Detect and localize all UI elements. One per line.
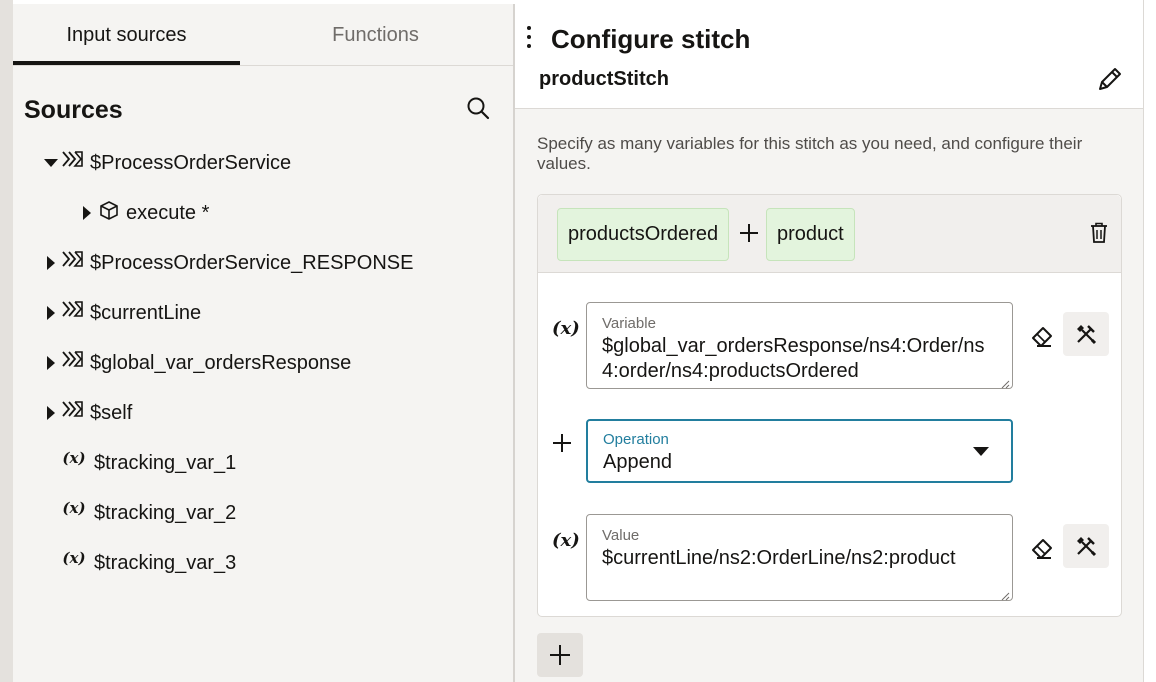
data-source-icon [60,298,86,328]
tree-item-tracking-var-1[interactable]: (x) $tracking_var_1 [59,448,236,478]
tree-item-label: $currentLine [90,301,202,324]
operation-select[interactable]: Operation Append [586,419,1013,483]
chevron-down-icon[interactable] [973,447,989,456]
variable-field-value[interactable]: $global_var_ordersResponse/ns4:Order/ns4… [602,334,997,384]
plus-icon [738,222,760,244]
caret-right-icon[interactable] [42,348,60,378]
plus-icon [552,433,572,453]
value-field-label: Value [602,527,640,544]
tree-item-label: $ProcessOrderService_RESPONSE [90,251,414,274]
tree-item-label: $tracking_var_2 [94,501,237,524]
add-variable-button[interactable] [537,633,583,677]
tree-item-label: $tracking_var_3 [94,551,237,574]
chip-product[interactable]: product [766,208,855,261]
tree-item-currentline[interactable]: $currentLine [42,298,201,328]
variable-icon: (x) [552,318,580,339]
resize-handle-icon[interactable] [1000,376,1010,389]
operation-select-label: Operation [603,431,669,448]
chip-products-ordered[interactable]: productsOrdered [557,208,730,261]
variable-icon: (x) [62,549,86,567]
caret-right-icon[interactable] [78,198,96,228]
input-sources-panel: Input sources Functions Sources $Process… [13,4,513,682]
tree-item-label: $tracking_var_1 [94,451,237,474]
tab-functions[interactable]: Functions [263,4,488,66]
resize-handle-icon[interactable] [1000,588,1010,601]
caret-right-icon[interactable] [42,248,60,278]
configure-stitch-panel: Configure stitch productStitch Specify a… [515,4,1143,682]
mapping-tools-icon[interactable] [1063,312,1109,356]
stitch-name: productStitch [539,68,669,90]
data-source-icon [60,348,86,378]
stitch-card: productsOrdered product (x) Variable $gl… [537,194,1122,617]
tree-item-processorderservice[interactable]: $ProcessOrderService [42,148,291,178]
cube-icon [96,198,122,228]
tab-input-sources[interactable]: Input sources [13,4,240,66]
tree-item-label: $global_var_ordersResponse [90,351,352,374]
data-source-icon [60,398,86,428]
tab-bar: Input sources Functions [13,4,513,66]
left-gutter [0,0,13,682]
tree-item-label: execute * [126,201,210,224]
data-source-icon [60,148,86,178]
plus-icon [550,645,570,665]
variable-field-label: Variable [602,315,656,332]
value-field[interactable]: Value $currentLine/ns2:OrderLine/ns2:pro… [586,514,1013,601]
variable-icon: (x) [552,530,580,551]
search-icon[interactable] [465,95,491,121]
pencil-icon[interactable] [1095,64,1125,94]
variable-icon: (x) [62,499,86,517]
data-source-icon [60,248,86,278]
caret-right-icon[interactable] [42,298,60,328]
kebab-menu-icon[interactable] [525,26,533,54]
variable-icon: (x) [62,449,86,467]
tree-item-label: $self [90,401,133,424]
panel-title: Configure stitch [551,24,751,54]
caret-down-icon[interactable] [42,148,60,178]
right-edge [1143,0,1156,682]
tree-item-processorderservice-response[interactable]: $ProcessOrderService_RESPONSE [42,248,413,278]
stitch-card-header: productsOrdered product [538,195,1121,273]
tree-item-tracking-var-2[interactable]: (x) $tracking_var_2 [59,498,236,528]
tree-item-tracking-var-3[interactable]: (x) $tracking_var_3 [59,548,236,578]
variable-field[interactable]: Variable $global_var_ordersResponse/ns4:… [586,302,1013,389]
tree-item-execute[interactable]: execute * [78,198,209,228]
sources-heading: Sources [24,96,123,124]
mapping-tools-icon[interactable] [1063,524,1109,568]
eraser-icon[interactable] [1029,535,1055,561]
value-field-value[interactable]: $currentLine/ns2:OrderLine/ns2:product [602,546,997,571]
trash-icon[interactable] [1088,221,1110,245]
tree-item-self[interactable]: $self [42,398,132,428]
tree-item-global-var-ordersresponse[interactable]: $global_var_ordersResponse [42,348,351,378]
caret-right-icon[interactable] [42,398,60,428]
eraser-icon[interactable] [1029,323,1055,349]
help-text: Specify as many variables for this stitc… [537,134,1083,173]
tree-item-label: $ProcessOrderService [90,151,292,174]
operation-select-value[interactable]: Append [603,450,996,475]
active-tab-indicator [13,61,240,65]
